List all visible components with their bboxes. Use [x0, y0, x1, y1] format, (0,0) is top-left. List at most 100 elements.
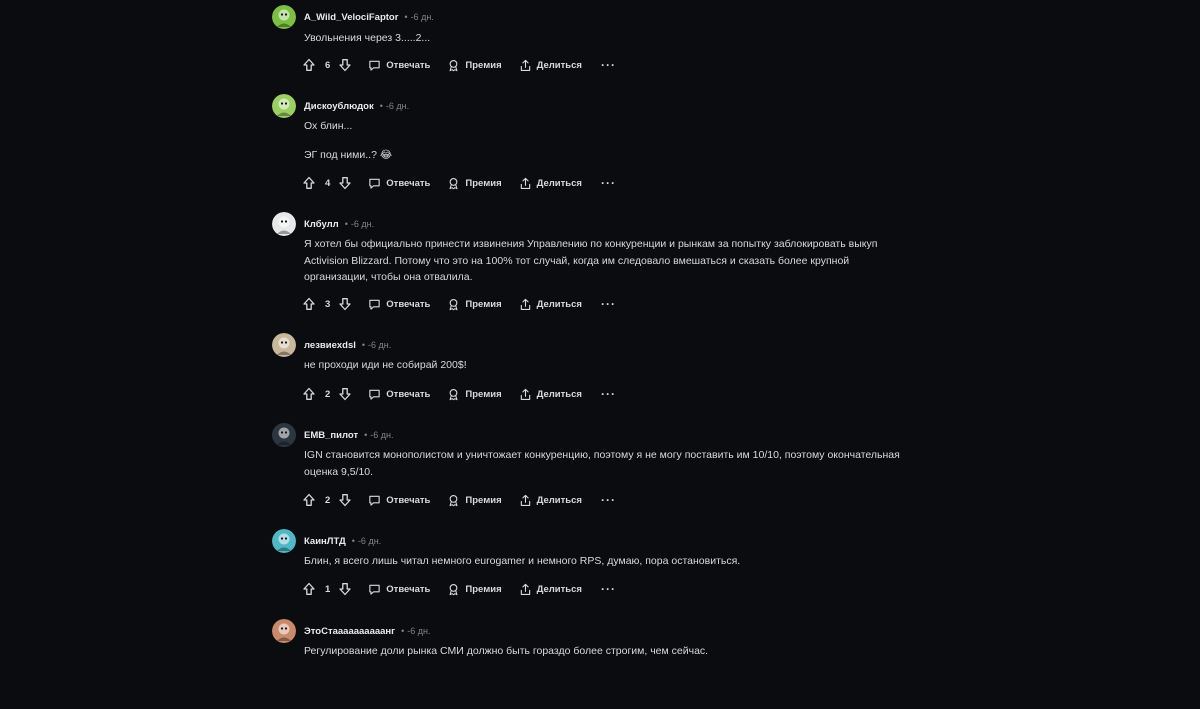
avatar[interactable]	[272, 619, 296, 643]
more-options-ellipsis-icon[interactable]: ···	[601, 176, 616, 190]
username[interactable]: ЭтоСтаааааааааанг	[304, 626, 395, 637]
award-button[interactable]: Премия	[447, 388, 502, 401]
reply-button[interactable]: Отвечать	[368, 59, 430, 72]
vote-score: 3	[325, 298, 331, 310]
more-options-ellipsis-icon[interactable]: ···	[601, 493, 616, 507]
reply-button[interactable]: Отвечать	[368, 494, 430, 507]
reply-button[interactable]: Отвечать	[368, 388, 430, 401]
comment-header: Клбулл • -6 дн.	[272, 212, 374, 236]
username[interactable]: Клбулл	[304, 219, 339, 230]
downvote-icon[interactable]	[338, 176, 352, 190]
more-options-ellipsis-icon[interactable]: ···	[601, 387, 616, 401]
vote-score: 1	[325, 583, 331, 595]
comment-body: IGN становится монополистом и уничтожает…	[304, 447, 904, 480]
comment-actions: 3 Отвечать Премия Делиться ···	[302, 295, 616, 313]
share-button[interactable]: Делиться	[519, 583, 582, 596]
comment-header: A_Wild_VelociFaptor • -6 дн.	[272, 5, 434, 29]
award-button-label: Премия	[465, 583, 502, 595]
comment-header: лезвиexdsl • -6 дн.	[272, 333, 391, 357]
comment: A_Wild_VelociFaptor • -6 дн. Увольнения чер…	[272, 5, 892, 95]
username[interactable]: Дискоублюдок	[304, 101, 374, 112]
downvote-icon[interactable]	[338, 387, 352, 401]
upvote-icon[interactable]	[302, 493, 316, 507]
award-ribbon-icon	[447, 494, 460, 507]
award-button[interactable]: Премия	[447, 494, 502, 507]
reply-button-label: Отвечать	[386, 494, 431, 506]
upvote-icon[interactable]	[302, 582, 316, 596]
more-options-ellipsis-icon[interactable]: ···	[601, 582, 616, 596]
award-button-label: Премия	[465, 298, 502, 310]
comment: ЭтоСтаааааааааанг • -6 дн. Регулирование до…	[272, 619, 892, 709]
award-button[interactable]: Премия	[447, 298, 502, 311]
share-button-label: Делиться	[536, 177, 582, 189]
comment-body: Регулирование доли рынка СМИ должно быть…	[304, 643, 904, 660]
share-button[interactable]: Делиться	[519, 177, 582, 190]
comment: Клбулл • -6 дн. Я хотел бы официально прине…	[272, 212, 892, 311]
vote-score: 2	[325, 388, 331, 400]
reply-button-label: Отвечать	[386, 583, 431, 595]
more-options-ellipsis-icon[interactable]: ···	[601, 297, 616, 311]
username[interactable]: лезвиexdsl	[304, 340, 356, 351]
comment-body: Увольнения через 3.....2...	[304, 30, 904, 47]
share-button[interactable]: Делиться	[519, 388, 582, 401]
comment: лезвиexdsl • -6 дн. не проходи иди не собир…	[272, 333, 892, 423]
downvote-icon[interactable]	[338, 58, 352, 72]
award-button-label: Премия	[465, 494, 502, 506]
username[interactable]: КаинЛТД	[304, 536, 346, 547]
award-button[interactable]: Премия	[447, 583, 502, 596]
speech-bubble-icon	[368, 59, 381, 72]
reply-button-label: Отвечать	[386, 388, 431, 400]
share-upload-icon	[519, 388, 532, 401]
more-options-ellipsis-icon[interactable]: ···	[601, 58, 616, 72]
share-button[interactable]: Делиться	[519, 298, 582, 311]
comment-actions: 1 Отвечать Премия Делиться ···	[302, 580, 616, 598]
award-button-label: Премия	[465, 388, 502, 400]
vote-score: 6	[325, 59, 331, 71]
comment-actions: 6 Отвечать Премия Делиться ···	[302, 56, 616, 74]
comment-paragraph: ЭГ под ними..? 😂	[304, 148, 393, 161]
meta-separator: •	[379, 101, 383, 111]
reply-button-label: Отвечать	[386, 59, 431, 71]
upvote-icon[interactable]	[302, 58, 316, 72]
downvote-icon[interactable]	[338, 493, 352, 507]
downvote-icon[interactable]	[338, 297, 352, 311]
avatar[interactable]	[272, 333, 296, 357]
avatar[interactable]	[272, 423, 296, 447]
avatar[interactable]	[272, 529, 296, 553]
downvote-icon[interactable]	[338, 582, 352, 596]
share-button[interactable]: Делиться	[519, 59, 582, 72]
comment-header: EMB_пилот • -6 дн.	[272, 423, 394, 447]
award-button[interactable]: Премия	[447, 177, 502, 190]
reply-button[interactable]: Отвечать	[368, 298, 430, 311]
share-button[interactable]: Делиться	[519, 494, 582, 507]
avatar[interactable]	[272, 5, 296, 29]
comment-paragraph: Блин, я всего лишь читал немного eurogam…	[304, 555, 741, 567]
award-button-label: Премия	[465, 59, 502, 71]
reply-button[interactable]: Отвечать	[368, 177, 430, 190]
upvote-icon[interactable]	[302, 297, 316, 311]
username[interactable]: A_Wild_VelociFaptor	[304, 12, 398, 23]
meta-separator: •	[404, 12, 408, 22]
timestamp: -6 дн.	[407, 626, 431, 636]
username[interactable]: EMB_пилот	[304, 430, 358, 441]
comment-body: Блин, я всего лишь читал немного eurogam…	[304, 553, 904, 570]
meta-separator: •	[361, 340, 366, 350]
avatar[interactable]	[272, 212, 296, 236]
reply-button-label: Отвечать	[386, 298, 431, 310]
speech-bubble-icon	[368, 388, 381, 401]
comment-header: ЭтоСтаааааааааанг • -6 дн.	[272, 619, 431, 643]
avatar[interactable]	[272, 94, 296, 118]
upvote-icon[interactable]	[302, 387, 316, 401]
upvote-icon[interactable]	[302, 176, 316, 190]
comment: КаинЛТД • -6 дн. Блин, я всего лишь читал н…	[272, 529, 892, 619]
timestamp: -6 дн.	[368, 340, 392, 350]
share-upload-icon	[519, 177, 532, 190]
comment-feed: A_Wild_VelociFaptor • -6 дн. Увольнения чер…	[0, 0, 1200, 675]
reply-button[interactable]: Отвечать	[368, 583, 430, 596]
comment-paragraph: не проходи иди не собирай 200$!	[304, 359, 467, 371]
award-ribbon-icon	[447, 59, 460, 72]
comment: EMB_пилот • -6 дн. IGN становится монополис…	[272, 423, 900, 513]
speech-bubble-icon	[368, 177, 381, 190]
award-button[interactable]: Премия	[447, 59, 502, 72]
speech-bubble-icon	[368, 583, 381, 596]
